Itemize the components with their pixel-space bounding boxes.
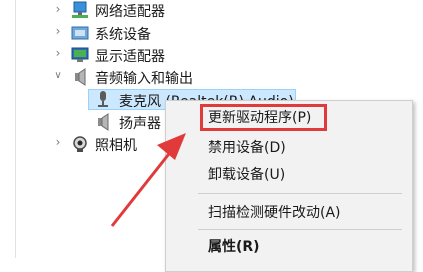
annotation-arrow-icon [110, 133, 186, 227]
